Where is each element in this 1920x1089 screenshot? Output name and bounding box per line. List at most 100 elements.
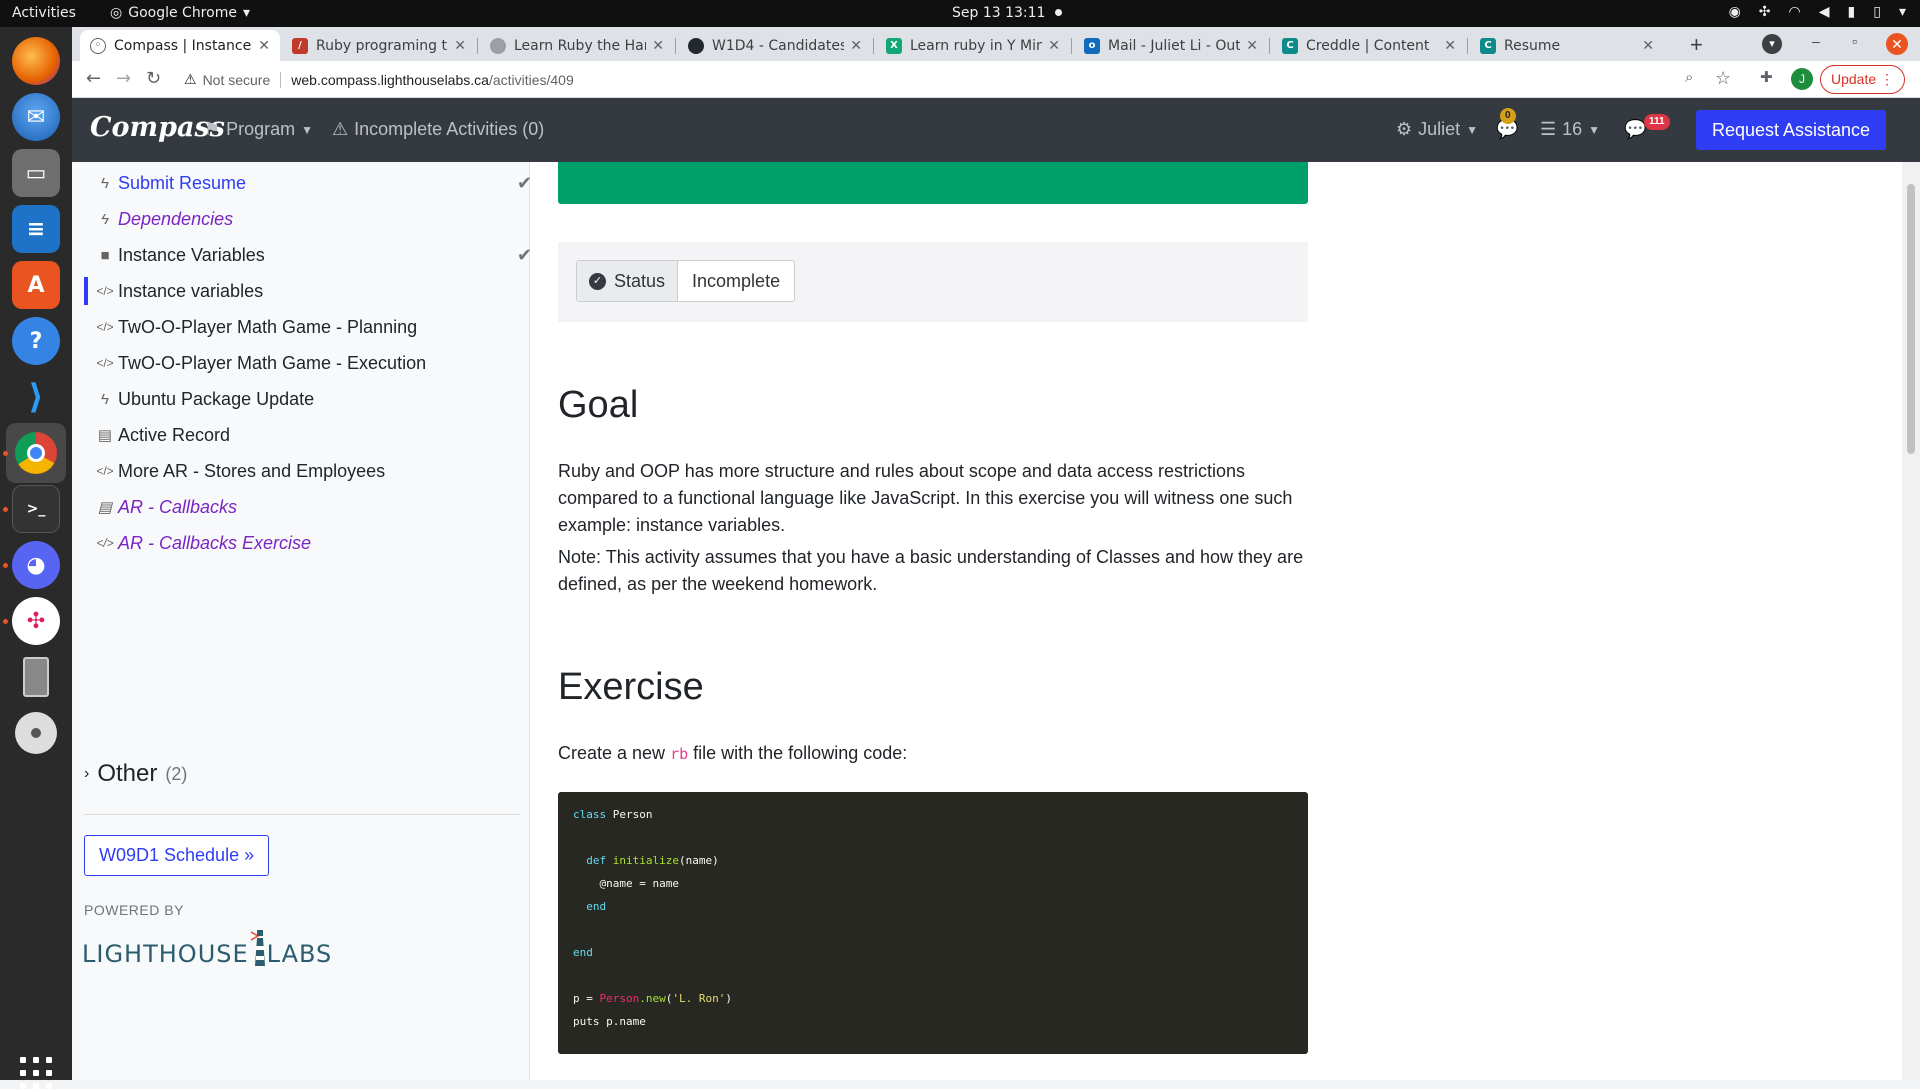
window-close-icon[interactable]: ✕ [1886, 33, 1908, 55]
incomplete-activities-link[interactable]: ⚠ Incomplete Activities (0) [332, 119, 544, 140]
extensions-icon[interactable]: ✚ [1760, 68, 1773, 86]
url-divider [280, 71, 282, 88]
discord-icon[interactable]: ◕ [12, 541, 60, 589]
activity-sidebar: ϟ Submit Resume ✔ ϟ Dependencies ■ Instance Va… [72, 162, 532, 1080]
activity-list-button[interactable]: ☰ 16 ▼ [1540, 119, 1600, 140]
tab-learn-x-in-y[interactable]: X Learn ruby in Y Minutes ✕ [876, 30, 1070, 61]
clock[interactable]: Sep 13 13:11 [952, 5, 1063, 21]
slack-icon[interactable]: ✣ [12, 597, 60, 645]
program-label: Program [226, 119, 296, 139]
profile-avatar[interactable]: J [1791, 68, 1813, 90]
goal-heading: Goal [558, 384, 639, 426]
tablet-device-icon[interactable] [12, 653, 60, 701]
system-tray[interactable]: ◉ ✣ ◠ ◀ ▮ ▯ ▾ [1729, 4, 1906, 20]
status-value[interactable]: Incomplete [678, 261, 794, 301]
close-icon[interactable]: ✕ [1246, 38, 1258, 54]
files-icon[interactable]: ▭ [12, 149, 60, 197]
warning-icon[interactable]: ⚠ [184, 71, 197, 88]
tab-compass[interactable]: ◦ Compass | Instance Variables ✕ [80, 30, 280, 61]
close-icon[interactable]: ✕ [258, 38, 270, 54]
logo-text-lighthouse: LIGHTHOUSE [82, 940, 249, 968]
sidebar-activity-item[interactable]: </> TwO-O-Player Math Game - Planning [92, 310, 532, 344]
address-bar[interactable]: ⚠ Not secure web.compass.lighthouselabs.… [184, 64, 1734, 95]
slack-tray-icon[interactable]: ✣ [1759, 4, 1771, 20]
close-icon[interactable]: ✕ [1048, 38, 1060, 54]
status-toggle[interactable]: ✓ Status Incomplete [576, 260, 796, 302]
url-path[interactable]: /activities/409 [489, 72, 574, 88]
url-host[interactable]: web.compass.lighthouselabs.ca [291, 72, 489, 88]
schedule-button[interactable]: W09D1 Schedule » [84, 835, 270, 876]
sidebar-item-label: Instance variables [118, 280, 264, 301]
minimize-icon[interactable]: – [1812, 33, 1820, 49]
close-icon[interactable]: ✕ [652, 38, 664, 54]
note-paragraph: Note: This activity assumes that you hav… [558, 547, 1304, 594]
power-menu-icon[interactable]: ▾ [1899, 4, 1906, 20]
sidebar-activity-item[interactable]: ϟ Dependencies [92, 202, 532, 236]
sidebar-activity-item[interactable]: ▤ Active Record [92, 418, 532, 452]
terminal-icon[interactable]: >_ [12, 485, 60, 533]
restore-icon[interactable]: ▫ [1852, 33, 1857, 49]
zoom-icon[interactable]: ⌕ [1685, 68, 1693, 86]
os-top-bar: Activities ◎ Google Chrome ▾ Sep 13 13:1… [0, 0, 1920, 27]
tab-learn-ruby-hard-way[interactable]: Learn Ruby the Hard Way ✕ [480, 30, 674, 61]
discord-tray-icon[interactable]: ◉ [1729, 4, 1741, 20]
request-assistance-button[interactable]: Request Assistance [1696, 110, 1886, 150]
close-icon[interactable]: ✕ [1642, 38, 1654, 54]
new-tab-icon[interactable]: + [1690, 32, 1703, 58]
reload-icon[interactable]: ↻ [146, 68, 161, 89]
wifi-icon[interactable]: ◠ [1789, 4, 1801, 20]
sidebar-activity-item[interactable]: ϟ Submit Resume ✔ [92, 166, 532, 200]
vscode-icon[interactable]: ⟩ [12, 373, 60, 421]
sidebar-activity-item[interactable]: </> AR - Callbacks Exercise [92, 526, 532, 560]
sidebar-activity-item[interactable]: ▤ AR - Callbacks [92, 490, 532, 524]
libreoffice-writer-icon[interactable]: ≡ [12, 205, 60, 253]
tab-ruby-tutorial[interactable]: / Ruby programing tutorial ✕ [282, 30, 476, 61]
sidebar-activity-item[interactable]: ϟ Ubuntu Package Update [92, 382, 532, 416]
tab-creddle-content[interactable]: C Creddle | Content ✕ [1272, 30, 1466, 61]
ubuntu-software-icon[interactable]: A [12, 261, 60, 309]
app-menu[interactable]: ◎ Google Chrome ▾ [110, 5, 250, 21]
code-line: @name = name [573, 875, 1293, 898]
chrome-dock-icon[interactable] [6, 423, 66, 483]
tab-outlook-mail[interactable]: o Mail - Juliet Li - Outlook ✕ [1074, 30, 1268, 61]
firefox-icon[interactable] [12, 37, 60, 85]
battery-icon[interactable]: ▯ [1873, 4, 1881, 20]
update-button[interactable]: Update ⋮ [1820, 65, 1906, 94]
lighthouse-labs-logo[interactable]: LIGHTHOUSE LABS [82, 926, 332, 968]
tab-search-icon[interactable]: ▾ [1762, 34, 1782, 54]
close-icon[interactable]: ✕ [1444, 38, 1456, 54]
show-applications-icon[interactable] [20, 1057, 52, 1089]
user-menu[interactable]: ⚙ Juliet ▼ [1396, 119, 1478, 140]
tab-separator [1071, 38, 1072, 54]
running-indicator-icon [3, 563, 8, 568]
program-dropdown[interactable]: ⚑ Program ▼ [204, 119, 313, 140]
sidebar-activity-item[interactable]: </> TwO-O-Player Math Game - Execution [92, 346, 532, 380]
code-string: 'L. Ron' [672, 992, 726, 1005]
tab-title: Compass | Instance Variables [114, 37, 252, 54]
back-icon[interactable]: ← [86, 68, 101, 89]
chevron-right-icon: › [84, 765, 90, 782]
tab-resume[interactable]: C Resume ✕ [1470, 30, 1664, 61]
bookmark-star-icon[interactable]: ☆ [1715, 68, 1731, 89]
tab-title: W1D4 - Candidates [712, 37, 845, 54]
sidebar-activity-item[interactable]: </> Instance variables [84, 274, 532, 308]
other-section-toggle[interactable]: › Other (2) [84, 760, 187, 788]
sidebar-activity-item[interactable]: </> More AR - Stores and Employees [92, 454, 532, 488]
thunderbird-icon[interactable]: ✉ [12, 93, 60, 141]
volume-icon[interactable]: ◀ [1819, 4, 1830, 20]
microphone-icon[interactable]: ▮ [1848, 4, 1856, 20]
optical-disc-icon[interactable] [12, 709, 60, 757]
scrollbar-thumb[interactable] [1907, 184, 1915, 454]
forward-icon[interactable]: → [116, 68, 131, 89]
page-scrollbar[interactable] [1902, 162, 1920, 1080]
code-block[interactable]: class Person def initialize(name) @name … [558, 792, 1308, 1054]
close-icon[interactable]: ✕ [850, 38, 862, 54]
globe-favicon-icon [490, 37, 506, 54]
security-label[interactable]: Not secure [203, 72, 271, 88]
tab-w1d4-candidates[interactable]: W1D4 - Candidates ✕ [678, 30, 872, 61]
sidebar-activity-item[interactable]: ■ Instance Variables ✔ [92, 238, 532, 272]
help-icon[interactable]: ? [12, 317, 60, 365]
close-icon[interactable]: ✕ [454, 38, 466, 54]
activities-button[interactable]: Activities [12, 5, 76, 21]
